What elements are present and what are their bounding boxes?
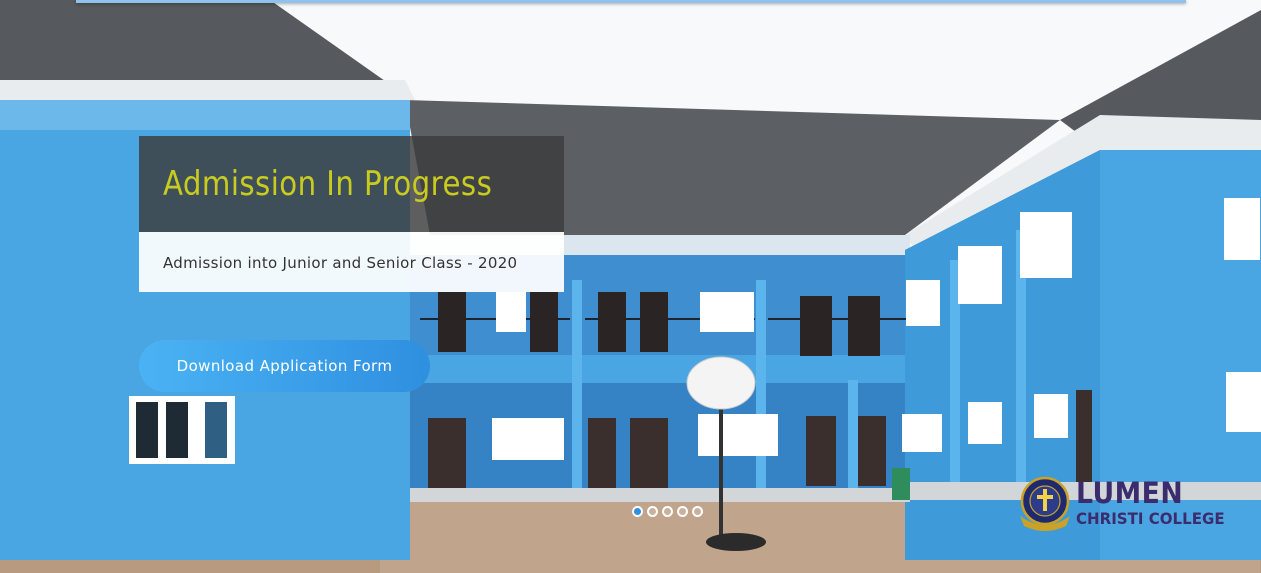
carousel-dot-1[interactable]: [632, 506, 643, 517]
caption-subtitle-box: Admission into Junior and Senior Class -…: [139, 232, 564, 292]
header-bar-edge: [76, 0, 1186, 3]
slide-subtitle: Admission into Junior and Senior Class -…: [163, 254, 518, 272]
school-logo: LUMEN CHRISTI COLLEGE: [1016, 476, 1246, 532]
carousel-dot-4[interactable]: [677, 506, 688, 517]
download-application-form-button[interactable]: Download Application Form: [139, 340, 430, 392]
logo-text-christi-college: CHRISTI COLLEGE: [1076, 509, 1225, 528]
carousel-dot-5[interactable]: [692, 506, 703, 517]
school-crest-icon: [1020, 476, 1070, 531]
caption-title-box: Admission In Progress: [139, 136, 564, 232]
slide-title: Admission In Progress: [163, 164, 493, 204]
hero-slider: Admission In Progress Admission into Jun…: [0, 0, 1261, 573]
logo-text-lumen: LUMEN: [1076, 476, 1184, 510]
carousel-dot-3[interactable]: [662, 506, 673, 517]
carousel-pagination: [632, 506, 703, 517]
carousel-dot-2[interactable]: [647, 506, 658, 517]
